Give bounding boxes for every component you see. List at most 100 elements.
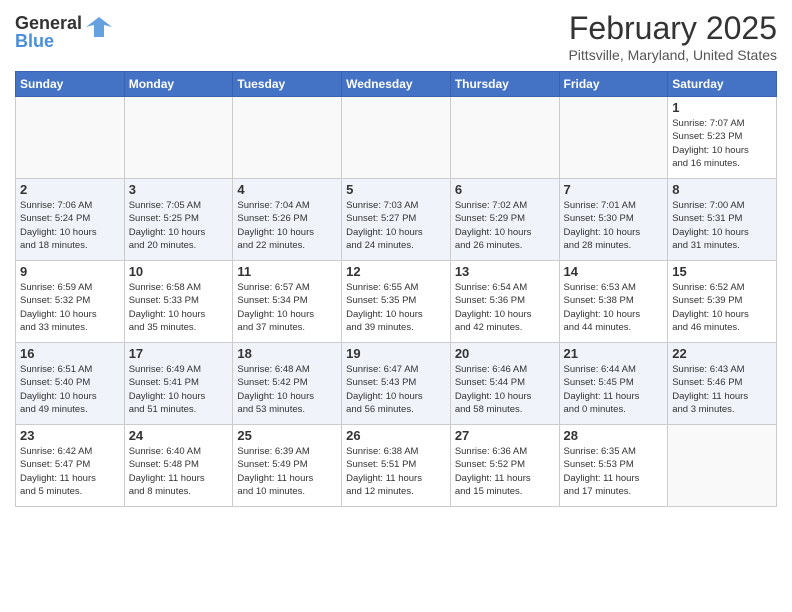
table-row: 23 Sunrise: 6:42 AM Sunset: 5:47 PM Dayli… xyxy=(16,425,125,507)
table-row: 28Sunrise: 6:35 AM Sunset: 5:53 PM Dayli… xyxy=(559,425,668,507)
table-row xyxy=(124,97,233,179)
day-number: 6 xyxy=(455,182,555,197)
calendar-week-0: 1 Sunrise: 7:07 AM Sunset: 5:23 PM Daylig… xyxy=(16,97,777,179)
day-info: Sunrise: 6:54 AM Sunset: 5:36 PM Dayligh… xyxy=(455,281,555,334)
day-info: Sunrise: 6:49 AM Sunset: 5:41 PM Dayligh… xyxy=(129,363,229,416)
logo-blue: Blue xyxy=(15,31,54,51)
day-info: Sunrise: 7:07 AM Sunset: 5:23 PM Dayligh… xyxy=(672,117,772,170)
day-number: 12 xyxy=(346,264,446,279)
calendar-week-4: 23 Sunrise: 6:42 AM Sunset: 5:47 PM Dayli… xyxy=(16,425,777,507)
day-info: Sunrise: 7:03 AM Sunset: 5:27 PM Dayligh… xyxy=(346,199,446,252)
table-row xyxy=(450,97,559,179)
col-tuesday: Tuesday xyxy=(233,72,342,97)
table-row xyxy=(233,97,342,179)
col-wednesday: Wednesday xyxy=(342,72,451,97)
day-number: 21 xyxy=(564,346,664,361)
table-row xyxy=(559,97,668,179)
table-row: 4 Sunrise: 7:04 AM Sunset: 5:26 PM Daylig… xyxy=(233,179,342,261)
table-row: 22Sunrise: 6:43 AM Sunset: 5:46 PM Dayli… xyxy=(668,343,777,425)
table-row xyxy=(16,97,125,179)
table-row: 10 Sunrise: 6:58 AM Sunset: 5:33 PM Dayli… xyxy=(124,261,233,343)
day-number: 27 xyxy=(455,428,555,443)
day-info: Sunrise: 6:47 AM Sunset: 5:43 PM Dayligh… xyxy=(346,363,446,416)
table-row: 26 Sunrise: 6:38 AM Sunset: 5:51 PM Dayli… xyxy=(342,425,451,507)
table-row: 8Sunrise: 7:00 AM Sunset: 5:31 PM Daylig… xyxy=(668,179,777,261)
day-info: Sunrise: 6:58 AM Sunset: 5:33 PM Dayligh… xyxy=(129,281,229,334)
calendar-header-row: Sunday Monday Tuesday Wednesday Thursday… xyxy=(16,72,777,97)
main-title: February 2025 xyxy=(568,10,777,47)
day-number: 26 xyxy=(346,428,446,443)
table-row: 13 Sunrise: 6:54 AM Sunset: 5:36 PM Dayli… xyxy=(450,261,559,343)
col-thursday: Thursday xyxy=(450,72,559,97)
col-saturday: Saturday xyxy=(668,72,777,97)
day-number: 1 xyxy=(672,100,772,115)
table-row: 21 Sunrise: 6:44 AM Sunset: 5:45 PM Dayli… xyxy=(559,343,668,425)
table-row xyxy=(668,425,777,507)
day-info: Sunrise: 6:36 AM Sunset: 5:52 PM Dayligh… xyxy=(455,445,555,498)
calendar-week-1: 2 Sunrise: 7:06 AM Sunset: 5:24 PM Daylig… xyxy=(16,179,777,261)
day-number: 10 xyxy=(129,264,229,279)
day-info: Sunrise: 7:02 AM Sunset: 5:29 PM Dayligh… xyxy=(455,199,555,252)
day-number: 13 xyxy=(455,264,555,279)
table-row xyxy=(342,97,451,179)
table-row: 19 Sunrise: 6:47 AM Sunset: 5:43 PM Dayli… xyxy=(342,343,451,425)
table-row: 6 Sunrise: 7:02 AM Sunset: 5:29 PM Daylig… xyxy=(450,179,559,261)
day-info: Sunrise: 7:06 AM Sunset: 5:24 PM Dayligh… xyxy=(20,199,120,252)
table-row: 7 Sunrise: 7:01 AM Sunset: 5:30 PM Daylig… xyxy=(559,179,668,261)
col-monday: Monday xyxy=(124,72,233,97)
day-number: 24 xyxy=(129,428,229,443)
day-number: 18 xyxy=(237,346,337,361)
day-number: 9 xyxy=(20,264,120,279)
day-info: Sunrise: 6:46 AM Sunset: 5:44 PM Dayligh… xyxy=(455,363,555,416)
table-row: 12 Sunrise: 6:55 AM Sunset: 5:35 PM Dayli… xyxy=(342,261,451,343)
day-number: 17 xyxy=(129,346,229,361)
table-row: 14Sunrise: 6:53 AM Sunset: 5:38 PM Dayli… xyxy=(559,261,668,343)
day-info: Sunrise: 6:48 AM Sunset: 5:42 PM Dayligh… xyxy=(237,363,337,416)
day-info: Sunrise: 6:44 AM Sunset: 5:45 PM Dayligh… xyxy=(564,363,664,416)
day-info: Sunrise: 6:43 AM Sunset: 5:46 PM Dayligh… xyxy=(672,363,772,416)
col-friday: Friday xyxy=(559,72,668,97)
calendar-week-2: 9 Sunrise: 6:59 AM Sunset: 5:32 PM Daylig… xyxy=(16,261,777,343)
day-info: Sunrise: 7:04 AM Sunset: 5:26 PM Dayligh… xyxy=(237,199,337,252)
table-row: 5 Sunrise: 7:03 AM Sunset: 5:27 PM Daylig… xyxy=(342,179,451,261)
logo-text: General Blue xyxy=(15,14,82,50)
day-info: Sunrise: 7:05 AM Sunset: 5:25 PM Dayligh… xyxy=(129,199,229,252)
day-number: 8 xyxy=(672,182,772,197)
col-sunday: Sunday xyxy=(16,72,125,97)
day-number: 23 xyxy=(20,428,120,443)
day-number: 5 xyxy=(346,182,446,197)
table-row: 1 Sunrise: 7:07 AM Sunset: 5:23 PM Daylig… xyxy=(668,97,777,179)
subtitle: Pittsville, Maryland, United States xyxy=(568,47,777,63)
table-row: 15 Sunrise: 6:52 AM Sunset: 5:39 PM Dayli… xyxy=(668,261,777,343)
day-number: 3 xyxy=(129,182,229,197)
day-info: Sunrise: 6:55 AM Sunset: 5:35 PM Dayligh… xyxy=(346,281,446,334)
day-info: Sunrise: 6:51 AM Sunset: 5:40 PM Dayligh… xyxy=(20,363,120,416)
day-number: 11 xyxy=(237,264,337,279)
header: General Blue February 2025 Pittsville, M… xyxy=(15,10,777,63)
title-section: February 2025 Pittsville, Maryland, Unit… xyxy=(568,10,777,63)
day-info: Sunrise: 6:42 AM Sunset: 5:47 PM Dayligh… xyxy=(20,445,120,498)
logo: General Blue xyxy=(15,14,114,50)
day-info: Sunrise: 6:59 AM Sunset: 5:32 PM Dayligh… xyxy=(20,281,120,334)
table-row: 18 Sunrise: 6:48 AM Sunset: 5:42 PM Dayli… xyxy=(233,343,342,425)
table-row: 17 Sunrise: 6:49 AM Sunset: 5:41 PM Dayli… xyxy=(124,343,233,425)
day-number: 20 xyxy=(455,346,555,361)
logo-general: General xyxy=(15,13,82,33)
day-number: 4 xyxy=(237,182,337,197)
logo-bird-icon xyxy=(84,15,114,41)
table-row: 25Sunrise: 6:39 AM Sunset: 5:49 PM Dayli… xyxy=(233,425,342,507)
day-number: 19 xyxy=(346,346,446,361)
day-info: Sunrise: 6:52 AM Sunset: 5:39 PM Dayligh… xyxy=(672,281,772,334)
day-info: Sunrise: 6:38 AM Sunset: 5:51 PM Dayligh… xyxy=(346,445,446,498)
table-row: 3 Sunrise: 7:05 AM Sunset: 5:25 PM Daylig… xyxy=(124,179,233,261)
day-number: 2 xyxy=(20,182,120,197)
day-number: 16 xyxy=(20,346,120,361)
calendar-table: Sunday Monday Tuesday Wednesday Thursday… xyxy=(15,71,777,507)
day-info: Sunrise: 7:01 AM Sunset: 5:30 PM Dayligh… xyxy=(564,199,664,252)
table-row: 20 Sunrise: 6:46 AM Sunset: 5:44 PM Dayli… xyxy=(450,343,559,425)
calendar-week-3: 16 Sunrise: 6:51 AM Sunset: 5:40 PM Dayli… xyxy=(16,343,777,425)
day-number: 15 xyxy=(672,264,772,279)
day-number: 28 xyxy=(564,428,664,443)
day-number: 7 xyxy=(564,182,664,197)
day-info: Sunrise: 6:53 AM Sunset: 5:38 PM Dayligh… xyxy=(564,281,664,334)
